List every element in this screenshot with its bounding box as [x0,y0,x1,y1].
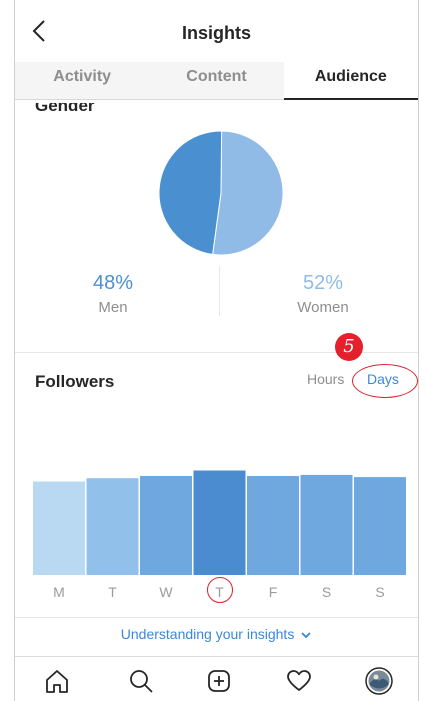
bar-1[interactable] [86,478,139,575]
bar-5[interactable] [300,474,353,575]
followers-bar-chart: MTWTFSS [15,420,418,620]
bottom-nav [15,656,418,701]
gender-pie-chart [159,131,283,255]
understanding-link-label: Understanding your insights [120,626,295,642]
men-stat: 48% Men [23,272,203,316]
day-highlight-circle [206,577,233,603]
women-slice [212,131,283,255]
header: Insights [15,0,418,62]
tab-audience[interactable]: Audience [283,62,418,100]
women-label: Women [297,299,349,316]
tab-activity[interactable]: Activity [15,62,149,99]
bar-3[interactable] [193,470,246,576]
day-label-0: M [53,584,65,600]
phone-screen: Insights Activity Content Audience Gende… [14,0,419,701]
bar-0[interactable] [33,481,85,576]
add-post-icon[interactable] [205,667,233,695]
tab-content[interactable]: Content [149,62,283,99]
bar-2[interactable] [140,476,192,575]
women-percent: 52% [302,272,344,294]
bar-4[interactable] [247,476,299,575]
tab-bar: Activity Content Audience [15,62,418,100]
days-highlight-circle [352,364,418,398]
understanding-insights-link[interactable]: Understanding your insights [15,626,418,642]
men-slice [159,131,223,255]
chart-divider [15,617,418,618]
men-percent: 48% [92,272,134,294]
profile-avatar[interactable] [365,667,393,695]
chevron-down-icon [301,632,311,639]
search-icon[interactable] [127,667,155,695]
page-title: Insights [181,23,251,43]
day-label-1: T [108,584,117,600]
hours-toggle[interactable]: Hours [307,371,344,387]
day-label-5: S [321,584,332,600]
day-label-4: F [268,584,278,600]
bars-canvas [33,470,406,576]
followers-title: Followers [35,372,115,391]
day-label-6: S [375,584,385,600]
stat-divider [219,266,220,316]
day-label-2: W [159,584,173,600]
home-icon[interactable] [43,667,71,695]
heart-icon[interactable] [285,667,313,695]
bar-6[interactable] [354,477,406,575]
women-stat: 52% Women [233,272,413,316]
men-label: Men [98,299,128,316]
step-badge: 5 [335,333,363,361]
